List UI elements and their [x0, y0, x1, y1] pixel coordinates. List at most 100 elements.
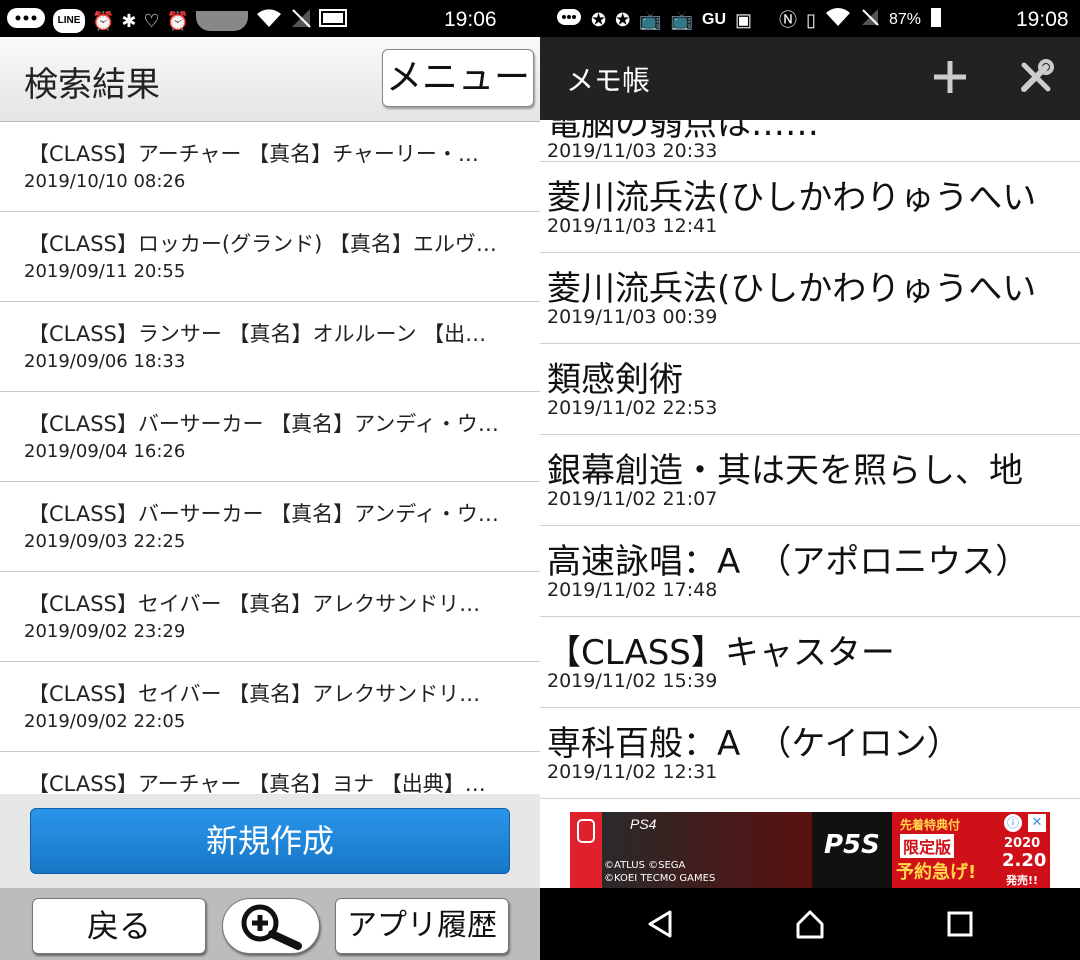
item-date: 2019/09/11 20:55: [24, 261, 186, 282]
list-item[interactable]: 菱川流兵法(ひしかわりゅうへい 2019/11/03 12:41: [540, 162, 1080, 253]
clock: 19:06: [444, 8, 497, 31]
platform-label: PS4: [630, 816, 657, 832]
item-date: 2019/11/02 21:07: [547, 488, 718, 510]
ad-promo: 先着特典付 限定版 予約急げ! ⓘ ✕ 2020 2.20 発売!!: [892, 812, 1050, 888]
add-icon[interactable]: [930, 57, 970, 97]
battery-icon: [319, 7, 349, 35]
item-date: 2019/11/02 12:31: [547, 761, 718, 783]
item-date: 2019/11/03 12:41: [547, 215, 718, 237]
item-date: 2019/09/06 18:33: [24, 351, 186, 372]
list-item[interactable]: 類感剣術 2019/11/02 22:53: [540, 344, 1080, 435]
bluetooth-icon: ✱: [121, 11, 137, 31]
gu-icon: GU: [702, 11, 727, 28]
list-item[interactable]: 【CLASS】ランサー 【真名】オルルーン 【出… 2019/09/06 18:3…: [0, 302, 540, 392]
ad-close-icon[interactable]: ✕: [1028, 814, 1046, 832]
item-date: 2019/11/02 17:48: [547, 579, 718, 601]
list-item[interactable]: 【CLASS】セイバー 【真名】アレクサンドリ… 2019/09/02 23:29: [0, 572, 540, 662]
app-bar: メモ帳: [540, 37, 1080, 120]
clock: 19:08: [1016, 8, 1069, 31]
list-item[interactable]: 【CLASS】セイバー 【真名】アレクサンドリ… 2019/09/02 22:05: [0, 662, 540, 752]
memo-list[interactable]: 電脳の弱点は…… 2019/11/03 20:33 菱川流兵法(ひしかわりゅうへい…: [540, 120, 1080, 810]
item-title: 菱川流兵法(ひしかわりゅうへい: [547, 269, 1037, 309]
item-date: 2019/11/03 20:33: [547, 140, 718, 162]
promo-tag: 予約急げ!: [896, 862, 977, 883]
app-history-button[interactable]: アプリ履歴: [335, 898, 509, 954]
message-icon: [556, 6, 582, 34]
item-title: 高速詠唱：A （アポロニウス）: [547, 542, 1030, 582]
item-title: 【CLASS】バーサーカー 【真名】アンディ・ウ…: [28, 502, 499, 526]
item-date: 2019/09/04 16:26: [24, 441, 186, 462]
list-item[interactable]: 電脳の弱点は…… 2019/11/03 20:33: [540, 120, 1080, 162]
list-item[interactable]: 菱川流兵法(ひしかわりゅうへい 2019/11/03 00:39: [540, 253, 1080, 344]
ad-banner[interactable]: PS4 ©ATLUS ©SEGA ©KOEI TECMO GAMES P5S 先…: [570, 812, 1050, 888]
list-item[interactable]: 【CLASS】アーチャー 【真名】ヨナ 【出典】…: [0, 752, 540, 794]
ad-artwork: PS4 ©ATLUS ©SEGA ©KOEI TECMO GAMES: [602, 812, 812, 888]
status-bar: LINE ⏰ ✱ ♡ ⏰ 19:06: [0, 0, 540, 37]
release-date: 2.20: [1002, 850, 1047, 871]
system-nav-bar: [540, 888, 1080, 960]
item-title: 専科百般：A （ケイロン）: [547, 724, 961, 764]
item-date: 2019/11/02 15:39: [547, 670, 718, 692]
item-date: 2019/10/10 08:26: [24, 171, 186, 192]
item-title: 類感剣術: [547, 360, 683, 400]
item-title: 【CLASS】アーチャー 【真名】ヨナ 【出典】…: [28, 772, 486, 794]
settings-tools-icon[interactable]: [1016, 57, 1056, 97]
recents-nav-icon[interactable]: [946, 910, 974, 938]
battery-percent: 87%: [888, 11, 921, 28]
vibrate-icon: ▯: [806, 10, 816, 30]
item-date: 2019/09/03 22:25: [24, 531, 186, 552]
battery-icon: [930, 6, 942, 34]
item-date: 2019/09/02 22:05: [24, 711, 186, 732]
new-memo-button[interactable]: 新規作成: [30, 808, 510, 874]
list-item[interactable]: 【CLASS】ロッカー(グランド) 【真名】エルヴ… 2019/09/11 20:…: [0, 212, 540, 302]
switch-logo: [570, 812, 602, 888]
app-header: 検索結果 メニュー: [0, 37, 540, 122]
list-item[interactable]: 専科百般：A （ケイロン） 2019/11/02 12:31: [540, 708, 1080, 799]
release-label: 発売!!: [1006, 874, 1039, 887]
item-title: 【CLASS】キャスター: [547, 633, 895, 673]
item-title: 【CLASS】ランサー 【真名】オルルーン 【出…: [28, 322, 487, 346]
item-date: 2019/09/02 23:29: [24, 621, 186, 642]
no-signal-icon: [860, 7, 880, 33]
item-title: 【CLASS】ロッカー(グランド) 【真名】エルヴ…: [28, 232, 497, 256]
pentagram-icon: ✪: [615, 10, 631, 30]
back-button[interactable]: 戻る: [32, 898, 206, 954]
image-icon: ▣: [735, 10, 753, 30]
item-title: 【CLASS】アーチャー 【真名】チャーリー・…: [28, 142, 479, 166]
promo-tag: 先着特典付: [900, 818, 961, 832]
copyright-1: ©ATLUS ©SEGA: [604, 860, 686, 871]
list-item[interactable]: 【CLASS】バーサーカー 【真名】アンディ・ウ… 2019/09/03 22:2…: [0, 482, 540, 572]
notification-drawer-icon: [196, 11, 249, 31]
item-title: 【CLASS】セイバー 【真名】アレクサンドリ…: [28, 592, 481, 616]
list-item[interactable]: 【CLASS】バーサーカー 【真名】アンディ・ウ… 2019/09/04 16:2…: [0, 392, 540, 482]
alarm-icon: ⏰: [92, 11, 115, 31]
no-signal-icon: [290, 7, 312, 35]
list-item[interactable]: 【CLASS】キャスター 2019/11/02 15:39: [540, 617, 1080, 708]
game-logo: P5S: [812, 812, 892, 888]
zoom-button[interactable]: [222, 898, 320, 954]
message-icon: [6, 6, 46, 36]
list-item[interactable]: 【CLASS】アーチャー 【真名】チャーリー・… 2019/10/10 08:26: [0, 122, 540, 212]
new-bar: 新規作成: [0, 794, 540, 888]
heart-icon: ♡: [143, 11, 160, 31]
ad-info-icon[interactable]: ⓘ: [1004, 814, 1022, 832]
memo-screen: ✪ ✪ 📺 📺 GU ▣ Ⓝ ▯ 87% 19:08 メモ帳 電脳の弱点は…… …: [540, 0, 1080, 960]
alarm-icon: ⏰: [166, 11, 190, 31]
release-year: 2020: [1004, 836, 1041, 851]
tv-icon: 📺: [670, 10, 694, 30]
item-title: 菱川流兵法(ひしかわりゅうへい: [547, 178, 1037, 218]
page-title: 検索結果: [24, 65, 160, 105]
back-nav-icon[interactable]: [644, 908, 676, 940]
nfc-icon: Ⓝ: [779, 10, 798, 30]
home-nav-icon[interactable]: [794, 908, 826, 940]
menu-button[interactable]: メニュー: [382, 49, 534, 107]
wifi-icon: [255, 7, 283, 35]
line-icon: LINE: [53, 9, 85, 33]
pentagram-icon: ✪: [591, 10, 607, 30]
list-item[interactable]: 高速詠唱：A （アポロニウス） 2019/11/02 17:48: [540, 526, 1080, 617]
search-results-screen: LINE ⏰ ✱ ♡ ⏰ 19:06 検索結果 メニュー 【CLASS】アーチャ…: [0, 0, 540, 960]
results-list[interactable]: 【CLASS】アーチャー 【真名】チャーリー・… 2019/10/10 08:26…: [0, 122, 540, 794]
list-item[interactable]: 銀幕創造・其は天を照らし、地 2019/11/02 21:07: [540, 435, 1080, 526]
item-date: 2019/11/02 22:53: [547, 397, 718, 419]
item-title: 銀幕創造・其は天を照らし、地: [547, 451, 1023, 491]
